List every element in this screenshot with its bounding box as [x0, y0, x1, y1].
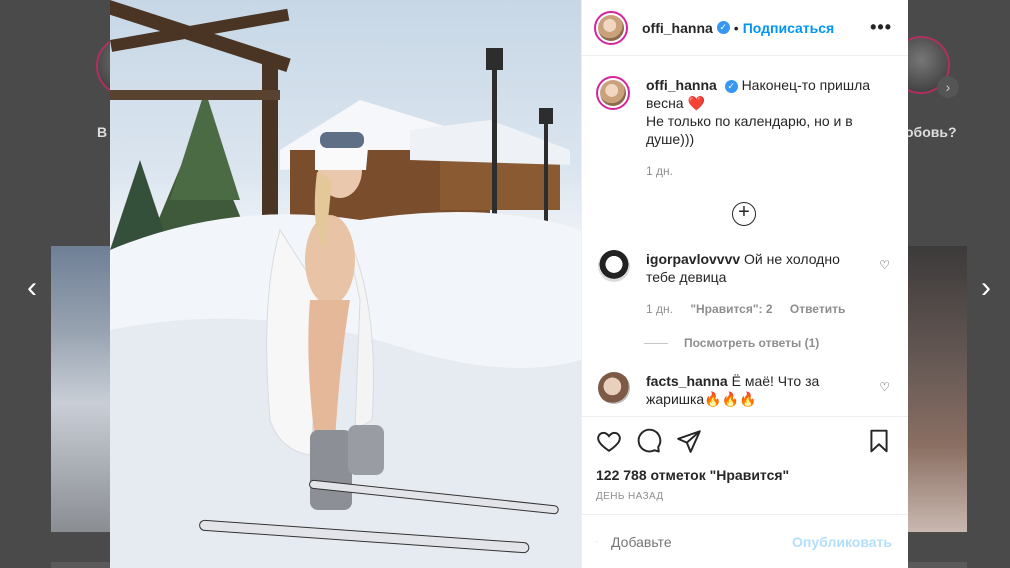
post-modal: offi_hanna ✓ • Подписаться ••• offi_hann…: [110, 0, 908, 568]
heart-emoji: ❤️: [687, 95, 705, 111]
story-label: обовь?: [905, 124, 957, 140]
heart-icon[interactable]: [596, 428, 622, 454]
post-username[interactable]: offi_hanna: [642, 20, 713, 36]
caption-text-2: Не только по календарю, но и в душе))): [646, 113, 853, 147]
post-side-panel: offi_hanna ✓ • Подписаться ••• offi_hann…: [581, 0, 908, 568]
comment-likes[interactable]: "Нравится": 2: [690, 302, 772, 316]
verified-icon: ✓: [716, 21, 730, 34]
comment-body: igorpavlovvvv Ой не холодно тебе девица …: [646, 250, 866, 318]
load-more-comments: +: [596, 202, 892, 226]
previous-post-arrow-icon[interactable]: ‹: [14, 270, 50, 306]
caption-time[interactable]: 1 дн.: [646, 162, 876, 180]
avatar[interactable]: [594, 10, 628, 45]
add-comment-bar: Опубликовать: [582, 514, 908, 568]
story-label: В: [97, 124, 108, 140]
next-post-arrow-icon[interactable]: ›: [968, 270, 1004, 306]
likes-count[interactable]: 122 788 отметок "Нравится": [596, 467, 892, 483]
comment-meta: 1 дн. "Нравится": 2 Ответить: [646, 300, 866, 318]
verified-icon: ✓: [724, 79, 738, 93]
comment-time[interactable]: 1 дн.: [646, 302, 673, 316]
ski-photo-illustration: [110, 0, 581, 568]
comment-item: facts_hanna Ё маё! Что за жаришка🔥🔥🔥 ♡: [596, 372, 892, 408]
comment-icon[interactable]: [636, 428, 662, 454]
avatar[interactable]: [598, 372, 630, 404]
caption-body: offi_hanna ✓ Наконец-то пришла весна ❤️ …: [646, 76, 876, 180]
comment-username[interactable]: igorpavlovvvv: [646, 251, 740, 267]
comment-username[interactable]: facts_hanna: [646, 373, 728, 389]
follow-button[interactable]: Подписаться: [743, 20, 835, 36]
bookmark-icon[interactable]: [866, 428, 892, 454]
post-thumbnail[interactable]: [908, 246, 967, 532]
comment-item: igorpavlovvvv Ой не холодно тебе девица …: [596, 250, 892, 318]
post-actions: 122 788 отметок "Нравится" ДЕНЬ НАЗАД: [582, 416, 908, 514]
comments-section: offi_hanna ✓ Наконец-то пришла весна ❤️ …: [582, 56, 908, 416]
comment-input[interactable]: [611, 533, 793, 550]
more-icon[interactable]: •••: [870, 17, 892, 38]
view-replies-button[interactable]: Посмотреть ответы (1): [644, 336, 892, 350]
avatar[interactable]: [598, 250, 630, 282]
emoji-icon[interactable]: [596, 529, 597, 555]
heart-icon[interactable]: ♡: [879, 380, 890, 394]
separator-dot: •: [733, 19, 739, 36]
avatar[interactable]: [596, 76, 630, 110]
post-header: offi_hanna ✓ • Подписаться •••: [582, 0, 908, 56]
post-caption: offi_hanna ✓ Наконец-то пришла весна ❤️ …: [596, 56, 892, 180]
reply-button[interactable]: Ответить: [790, 302, 845, 316]
action-bar: [596, 425, 892, 457]
divider: [644, 342, 668, 344]
post-photo: [110, 0, 581, 568]
view-replies-label: Посмотреть ответы (1): [684, 336, 820, 350]
post-thumbnail[interactable]: [51, 562, 111, 568]
publish-button[interactable]: Опубликовать: [792, 534, 892, 550]
post-thumbnail[interactable]: [51, 246, 111, 532]
plus-circle-icon[interactable]: +: [732, 202, 756, 226]
post-thumbnail[interactable]: [908, 562, 967, 568]
story-next-icon[interactable]: ›: [937, 76, 959, 98]
heart-icon[interactable]: ♡: [879, 258, 890, 272]
caption-username[interactable]: offi_hanna: [646, 77, 717, 93]
post-timestamp: ДЕНЬ НАЗАД: [596, 491, 664, 502]
comment-body: facts_hanna Ё маё! Что за жаришка🔥🔥🔥: [646, 372, 866, 408]
share-icon[interactable]: [676, 428, 702, 454]
